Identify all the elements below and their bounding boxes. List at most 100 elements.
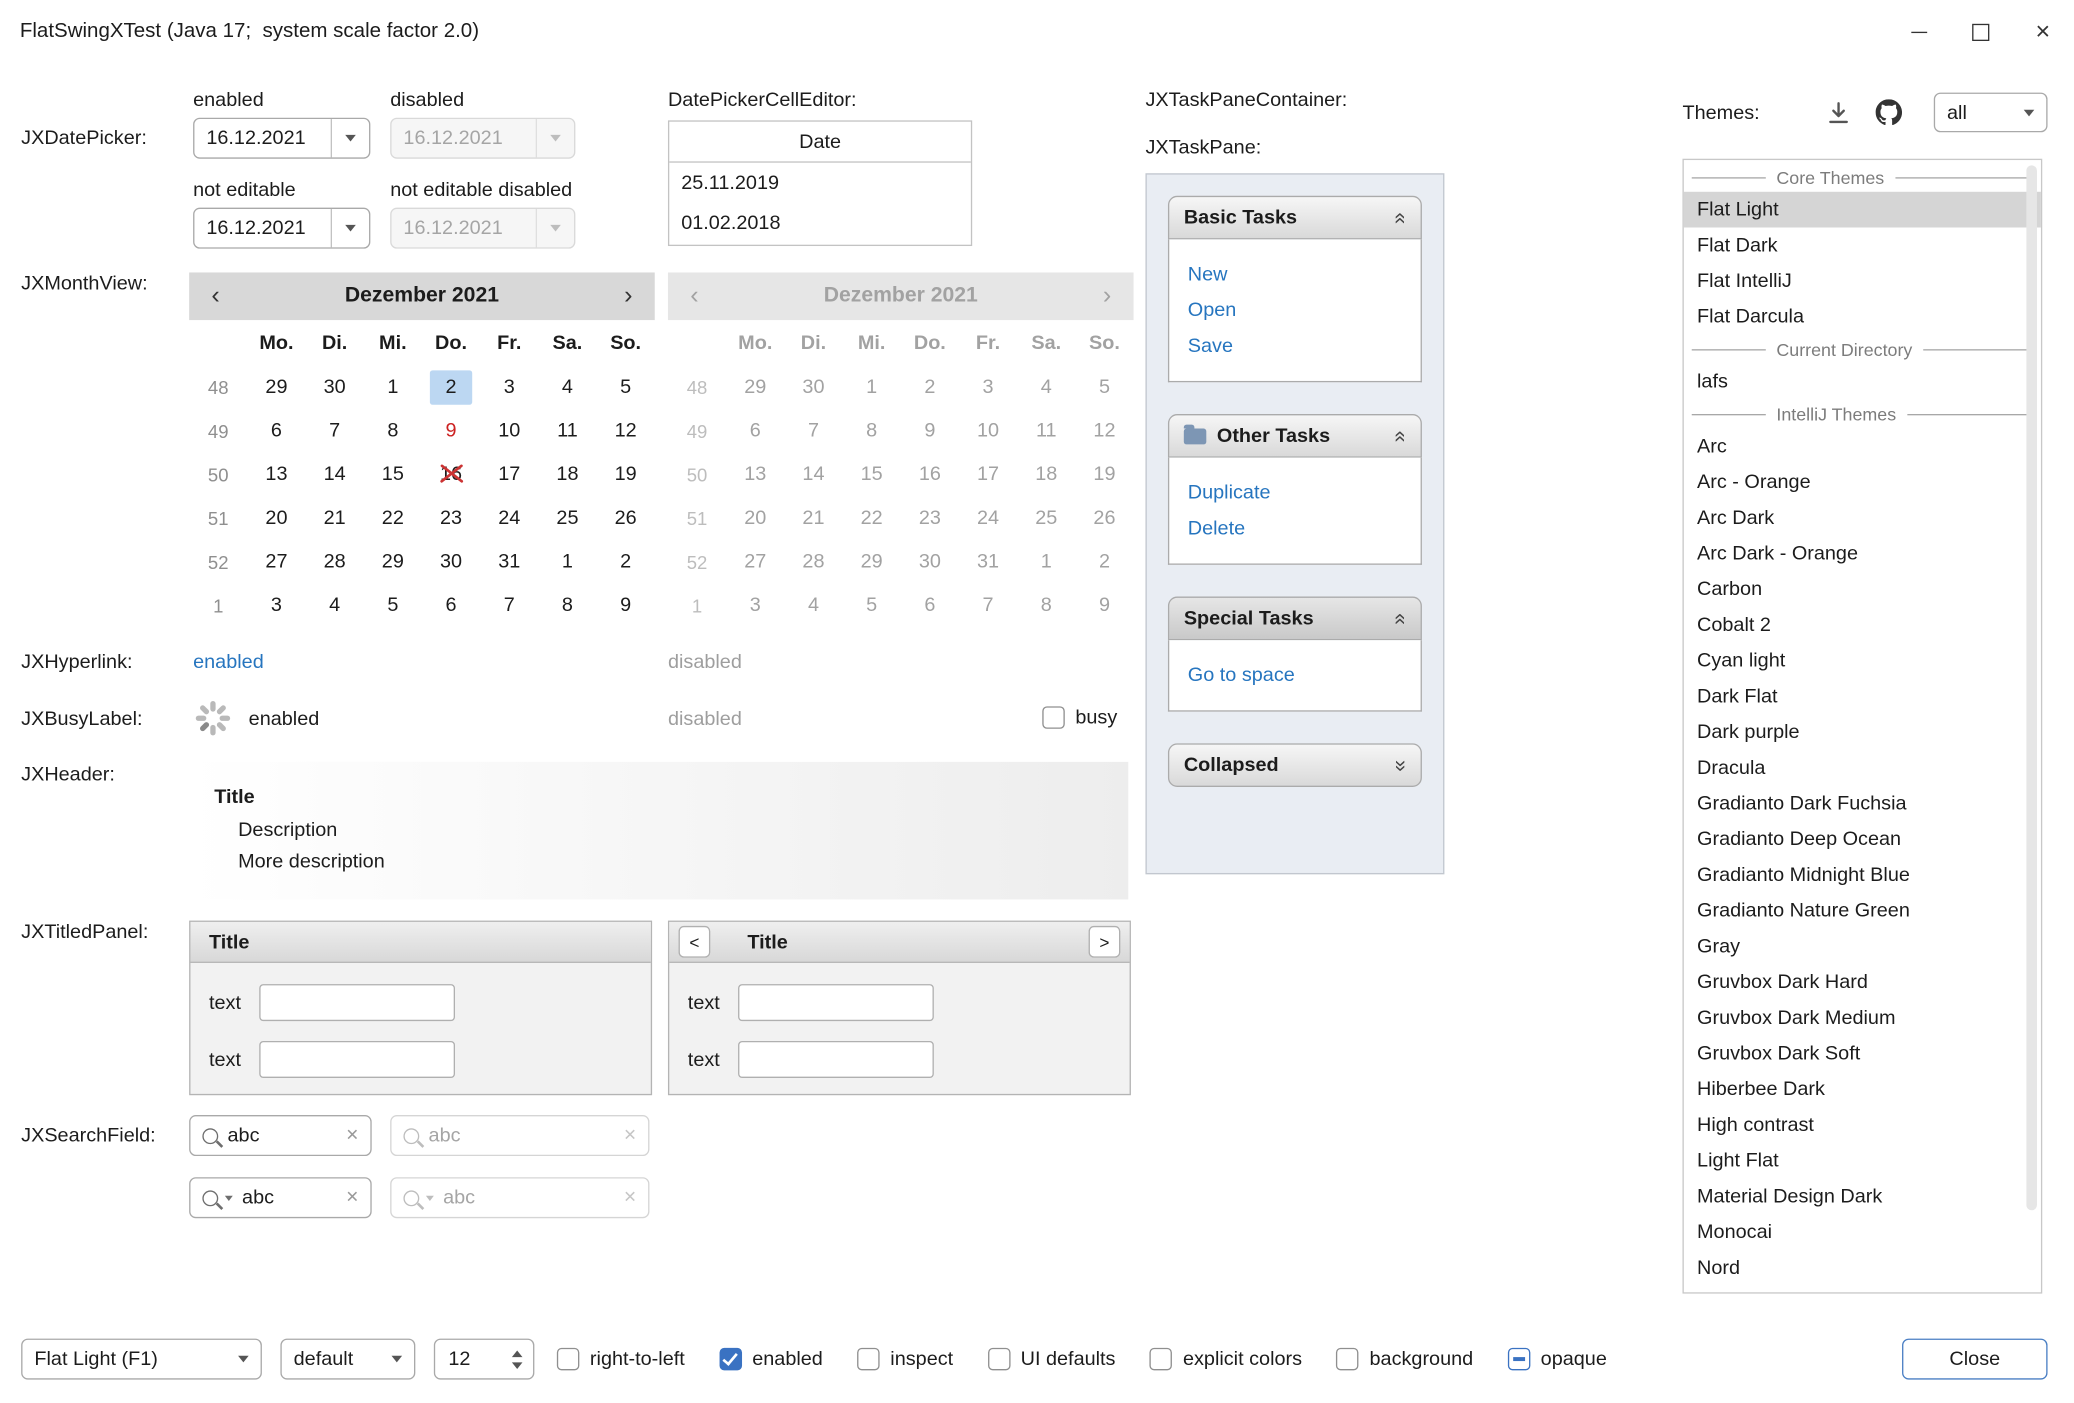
themes-filter-combobox[interactable]: all bbox=[1934, 93, 2048, 133]
theme-item[interactable]: Flat Light bbox=[1684, 192, 2041, 228]
day-cell[interactable]: 6 bbox=[247, 409, 305, 453]
scrollbar-thumb[interactable] bbox=[2026, 165, 2037, 1210]
datepicker-dropdown-button[interactable] bbox=[331, 119, 369, 157]
day-cell[interactable]: 20 bbox=[247, 496, 305, 540]
checkbox-busy[interactable]: busy bbox=[1042, 706, 1117, 728]
checkbox-ui-defaults[interactable]: UI defaults bbox=[988, 1348, 1116, 1370]
checkbox-opaque[interactable]: opaque bbox=[1508, 1348, 1607, 1370]
taskpane-header[interactable]: Special Tasks» bbox=[1168, 597, 1422, 641]
theme-item[interactable]: Carbon bbox=[1684, 571, 2041, 607]
day-cell[interactable]: 11 bbox=[538, 409, 596, 453]
day-cell[interactable]: 17 bbox=[480, 452, 538, 496]
theme-item[interactable]: Arc bbox=[1684, 429, 2041, 465]
datepicker-dropdown-button[interactable] bbox=[331, 209, 369, 247]
theme-item[interactable]: Arc Dark bbox=[1684, 500, 2041, 536]
day-cell[interactable]: 22 bbox=[364, 496, 422, 540]
theme-item[interactable]: Gray bbox=[1684, 929, 2041, 965]
day-cell[interactable]: 29 bbox=[364, 540, 422, 584]
day-cell[interactable]: 14 bbox=[306, 452, 364, 496]
text-input[interactable] bbox=[738, 984, 934, 1021]
day-cell[interactable]: 6 bbox=[422, 583, 480, 627]
monthview-enabled[interactable]: ‹Dezember 2021›Mo.Di.Mi.Do.Fr.Sa.So.4829… bbox=[189, 272, 655, 626]
checkbox-inspect[interactable]: inspect bbox=[857, 1348, 953, 1370]
day-cell[interactable]: 5 bbox=[364, 583, 422, 627]
day-cell[interactable]: 9 bbox=[422, 409, 480, 453]
theme-item[interactable]: Nord bbox=[1684, 1250, 2041, 1286]
taskpane-link[interactable]: Go to space bbox=[1188, 657, 1402, 693]
day-cell[interactable]: 19 bbox=[597, 452, 655, 496]
theme-item[interactable]: Gruvbox Dark Soft bbox=[1684, 1036, 2041, 1072]
day-cell[interactable]: 10 bbox=[480, 409, 538, 453]
github-button[interactable] bbox=[1873, 97, 1905, 129]
theme-item[interactable]: Hiberbee Dark bbox=[1684, 1071, 2041, 1107]
theme-item[interactable]: Cobalt 2 bbox=[1684, 607, 2041, 643]
download-themes-button[interactable] bbox=[1823, 98, 1855, 130]
celleditor-table[interactable]: Date 25.11.2019 01.02.2018 bbox=[668, 120, 972, 246]
theme-item[interactable]: Monocai bbox=[1684, 1214, 2041, 1250]
day-cell[interactable]: 27 bbox=[247, 540, 305, 584]
taskpane-link[interactable]: Open bbox=[1188, 292, 1402, 328]
day-cell[interactable]: 3 bbox=[247, 583, 305, 627]
text-input[interactable] bbox=[738, 1041, 934, 1078]
theme-item[interactable]: Material Design Dark bbox=[1684, 1179, 2041, 1215]
theme-item[interactable]: Arc Dark - Orange bbox=[1684, 536, 2041, 572]
prev-month-button[interactable]: ‹ bbox=[189, 282, 242, 311]
day-cell[interactable]: 31 bbox=[480, 540, 538, 584]
day-cell[interactable]: 15 bbox=[364, 452, 422, 496]
day-cell[interactable]: 26 bbox=[597, 496, 655, 540]
search-field-enabled[interactable]: abc × bbox=[189, 1115, 372, 1156]
taskpane-header[interactable]: Basic Tasks» bbox=[1168, 196, 1422, 240]
day-cell[interactable]: 16 bbox=[422, 452, 480, 496]
clear-search-icon[interactable]: × bbox=[346, 1187, 358, 1208]
day-cell[interactable]: 23 bbox=[422, 496, 480, 540]
day-cell[interactable]: 2 bbox=[422, 365, 480, 409]
theme-item[interactable]: Gruvbox Dark Hard bbox=[1684, 964, 2041, 1000]
lookandfeel-combobox[interactable]: Flat Light (F1) bbox=[21, 1339, 262, 1380]
day-cell[interactable]: 30 bbox=[306, 365, 364, 409]
taskpane-header[interactable]: Collapsed» bbox=[1168, 743, 1422, 787]
day-cell[interactable]: 30 bbox=[422, 540, 480, 584]
theme-item[interactable]: Flat Darcula bbox=[1684, 299, 2041, 335]
text-input[interactable] bbox=[259, 1041, 455, 1078]
datepicker-not-editable[interactable]: 16.12.2021 bbox=[193, 208, 370, 249]
checkbox-background[interactable]: background bbox=[1336, 1348, 1473, 1370]
table-row[interactable]: 25.11.2019 bbox=[669, 163, 971, 203]
theme-item[interactable]: lafs bbox=[1684, 364, 2041, 400]
day-cell[interactable]: 5 bbox=[597, 365, 655, 409]
theme-item[interactable]: Dark purple bbox=[1684, 714, 2041, 750]
theme-item[interactable]: Gradianto Nature Green bbox=[1684, 893, 2041, 929]
table-row[interactable]: 01.02.2018 bbox=[669, 202, 971, 242]
day-cell[interactable]: 12 bbox=[597, 409, 655, 453]
day-cell[interactable]: 4 bbox=[306, 583, 364, 627]
text-input[interactable] bbox=[259, 984, 455, 1021]
maximize-button[interactable] bbox=[1950, 0, 2012, 63]
checkbox-explicit-colors[interactable]: explicit colors bbox=[1150, 1348, 1302, 1370]
titledpanel-next-button[interactable]: > bbox=[1089, 926, 1121, 958]
next-month-button[interactable]: › bbox=[602, 282, 655, 311]
search-menu-caret-icon[interactable] bbox=[225, 1195, 233, 1200]
day-cell[interactable]: 7 bbox=[306, 409, 364, 453]
table-column-header[interactable]: Date bbox=[669, 122, 971, 163]
taskpane-link[interactable]: Duplicate bbox=[1188, 475, 1402, 511]
taskpane-header[interactable]: Other Tasks» bbox=[1168, 414, 1422, 458]
day-cell[interactable]: 4 bbox=[538, 365, 596, 409]
day-cell[interactable]: 7 bbox=[480, 583, 538, 627]
titledpanel-prev-button[interactable]: < bbox=[679, 926, 711, 958]
day-cell[interactable]: 28 bbox=[306, 540, 364, 584]
checkbox-enabled[interactable]: enabled bbox=[719, 1348, 823, 1370]
spinner-up-icon[interactable] bbox=[512, 1350, 523, 1357]
day-cell[interactable]: 13 bbox=[247, 452, 305, 496]
close-window-button[interactable]: × bbox=[2012, 0, 2074, 63]
day-cell[interactable]: 21 bbox=[306, 496, 364, 540]
theme-item[interactable]: Flat IntelliJ bbox=[1684, 263, 2041, 299]
day-cell[interactable]: 24 bbox=[480, 496, 538, 540]
close-button[interactable]: Close bbox=[1902, 1339, 2047, 1380]
theme-item[interactable]: Gradianto Dark Fuchsia bbox=[1684, 786, 2041, 822]
day-cell[interactable]: 8 bbox=[364, 409, 422, 453]
day-cell[interactable]: 25 bbox=[538, 496, 596, 540]
search-field-with-menu[interactable]: abc × bbox=[189, 1177, 372, 1218]
minimize-button[interactable] bbox=[1887, 0, 1949, 63]
day-cell[interactable]: 18 bbox=[538, 452, 596, 496]
theme-item[interactable]: Arc - Orange bbox=[1684, 464, 2041, 500]
day-cell[interactable]: 1 bbox=[538, 540, 596, 584]
